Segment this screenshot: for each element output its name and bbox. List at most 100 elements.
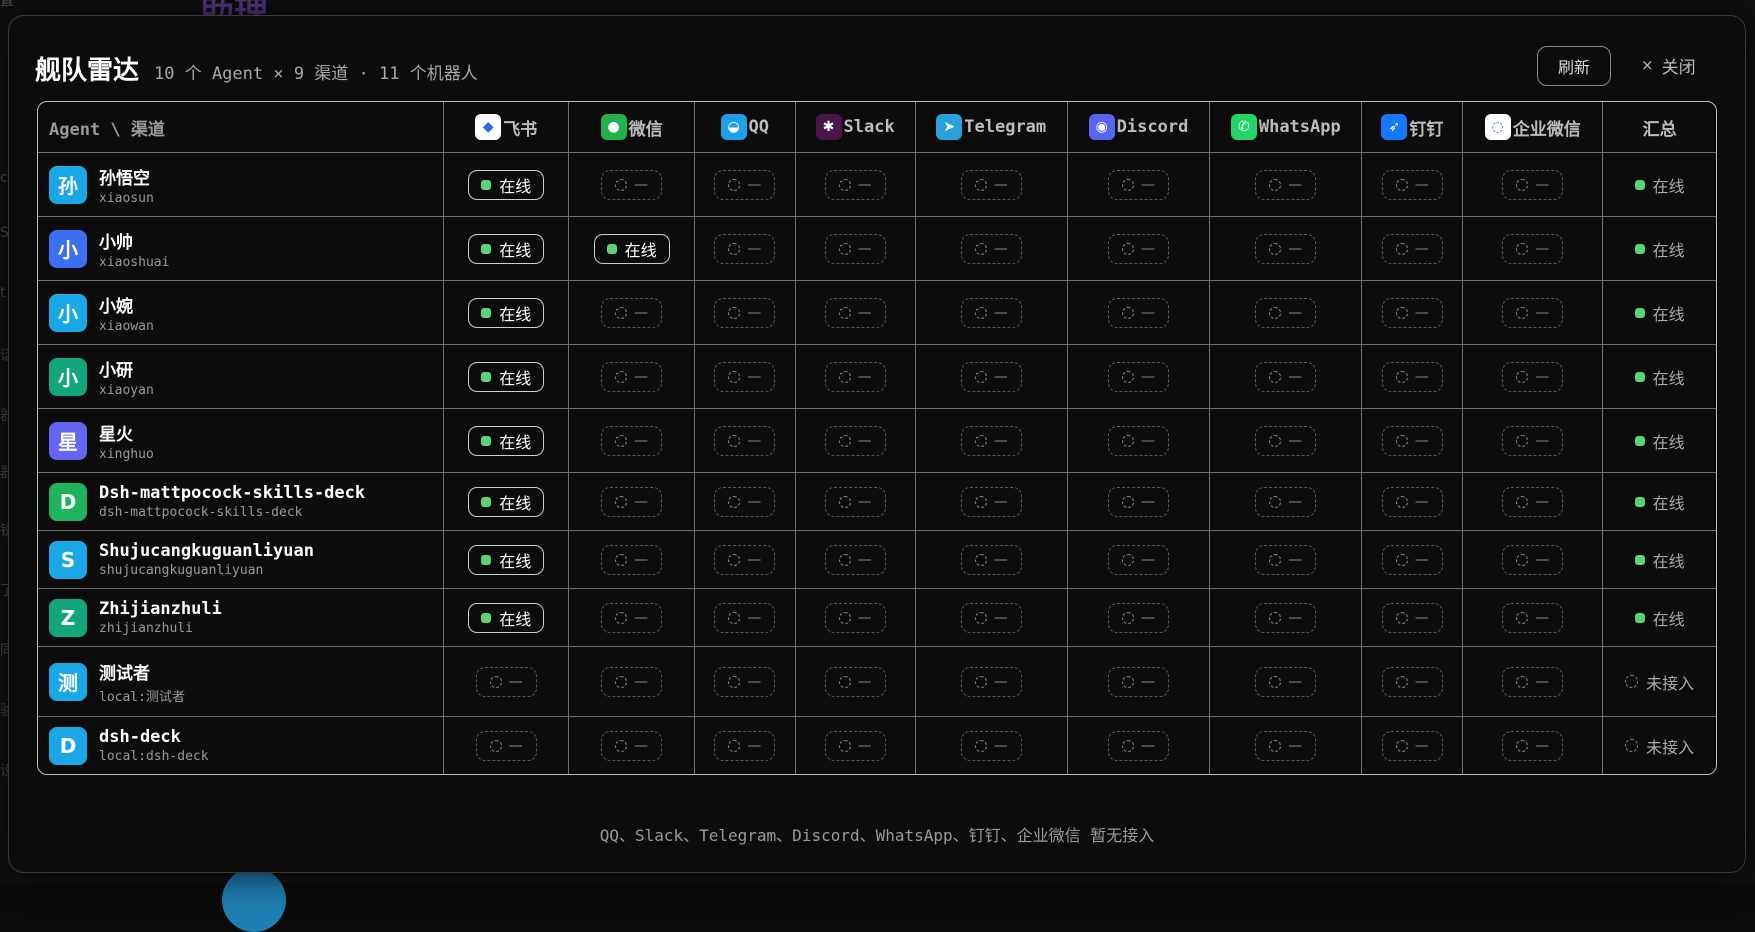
status-offline-badge[interactable]: — (1255, 544, 1317, 575)
status-offline-badge[interactable]: — (960, 602, 1022, 633)
status-offline-badge[interactable]: — (714, 297, 776, 328)
status-offline-badge[interactable]: — (601, 666, 663, 697)
status-offline-badge[interactable]: — (714, 233, 776, 264)
status-offline-badge[interactable]: — (1255, 666, 1317, 697)
status-online-badge[interactable]: 在线 (468, 425, 545, 456)
status-offline-badge[interactable]: — (714, 361, 776, 392)
status-offline-badge[interactable]: — (1381, 425, 1443, 456)
status-offline-badge[interactable]: — (1255, 730, 1317, 761)
status-offline-badge[interactable]: — (824, 297, 886, 328)
status-offline-badge[interactable]: — (824, 544, 886, 575)
status-offline-badge[interactable]: — (1108, 233, 1169, 264)
status-offline-badge[interactable]: — (601, 361, 663, 392)
status-offline-badge[interactable]: — (1381, 486, 1443, 517)
status-offline-badge[interactable]: — (1108, 169, 1169, 200)
status-offline-badge[interactable]: — (1381, 602, 1443, 633)
loading-spinner-icon (615, 370, 628, 383)
status-offline-badge[interactable]: — (824, 233, 886, 264)
status-offline-badge[interactable]: — (601, 169, 663, 200)
status-offline-badge[interactable]: — (601, 425, 663, 456)
status-offline-badge[interactable]: — (1502, 425, 1564, 456)
status-offline-badge[interactable]: — (824, 602, 886, 633)
status-online-badge[interactable]: 在线 (468, 602, 545, 633)
status-offline-badge[interactable]: — (1502, 297, 1564, 328)
status-offline-badge[interactable]: — (475, 730, 537, 761)
status-offline-badge[interactable]: — (1255, 425, 1317, 456)
status-offline-badge[interactable]: — (960, 361, 1022, 392)
status-offline-badge[interactable]: — (601, 544, 663, 575)
status-offline-badge[interactable]: — (1108, 730, 1169, 761)
status-online-badge[interactable]: 在线 (468, 544, 545, 575)
status-offline-badge[interactable]: — (960, 730, 1022, 761)
status-offline-badge[interactable]: — (1108, 361, 1169, 392)
status-offline-badge[interactable]: — (1502, 169, 1564, 200)
status-offline-badge[interactable]: — (1502, 233, 1564, 264)
status-label: — (993, 609, 1008, 626)
status-offline-badge[interactable]: — (601, 730, 663, 761)
status-offline-badge[interactable]: — (714, 169, 776, 200)
status-offline-badge[interactable]: — (714, 425, 776, 456)
status-offline-badge[interactable]: — (1502, 361, 1564, 392)
corner-header: Agent \ 渠道 (38, 102, 444, 153)
status-offline-badge[interactable]: — (1255, 361, 1317, 392)
status-online-badge[interactable]: 在线 (468, 361, 545, 392)
status-offline-badge[interactable]: — (1108, 666, 1169, 697)
status-offline-badge[interactable]: — (475, 666, 537, 697)
status-offline-badge[interactable]: — (1381, 169, 1443, 200)
status-offline-badge[interactable]: — (714, 730, 776, 761)
status-offline-badge[interactable]: — (1255, 169, 1317, 200)
status-offline-badge[interactable]: — (1502, 666, 1564, 697)
status-offline-badge[interactable]: — (1255, 602, 1317, 633)
status-offline-badge[interactable]: — (1381, 233, 1443, 264)
status-online-badge[interactable]: 在线 (593, 233, 670, 264)
status-label: — (1141, 432, 1155, 449)
status-offline-badge[interactable]: — (1108, 425, 1169, 456)
status-offline-badge[interactable]: — (960, 425, 1022, 456)
status-offline-badge[interactable]: — (1255, 233, 1317, 264)
status-offline-badge[interactable]: — (601, 297, 663, 328)
status-offline-badge[interactable]: — (714, 602, 776, 633)
status-offline-badge[interactable]: — (1502, 486, 1564, 517)
status-offline-badge[interactable]: — (601, 602, 663, 633)
status-offline-badge[interactable]: — (1108, 544, 1169, 575)
status-cell: — (794, 471, 916, 532)
status-label: — (1288, 368, 1303, 385)
status-offline-badge[interactable]: — (1108, 602, 1169, 633)
status-offline-badge[interactable]: — (714, 486, 776, 517)
status-offline-badge[interactable]: — (960, 169, 1022, 200)
status-offline-badge[interactable]: — (714, 666, 776, 697)
status-offline-badge[interactable]: — (1108, 297, 1169, 328)
status-offline-badge[interactable]: — (824, 486, 886, 517)
status-offline-badge[interactable]: — (824, 666, 886, 697)
status-offline-badge[interactable]: — (1381, 544, 1443, 575)
status-online-badge[interactable]: 在线 (468, 233, 545, 264)
status-offline-badge[interactable]: — (960, 297, 1022, 328)
status-offline-badge[interactable]: — (824, 425, 886, 456)
status-offline-badge[interactable]: — (714, 544, 776, 575)
status-offline-badge[interactable]: — (1381, 361, 1443, 392)
status-offline-badge[interactable]: — (601, 486, 663, 517)
status-offline-badge[interactable]: — (960, 666, 1022, 697)
status-offline-badge[interactable]: — (1502, 544, 1564, 575)
status-offline-badge[interactable]: — (960, 233, 1022, 264)
status-offline-badge[interactable]: — (1255, 297, 1317, 328)
status-online-badge[interactable]: 在线 (468, 169, 545, 200)
status-offline-badge[interactable]: — (1502, 602, 1564, 633)
status-cell: — (1462, 408, 1604, 473)
status-offline-badge[interactable]: — (1255, 486, 1317, 517)
status-offline-badge[interactable]: — (824, 730, 886, 761)
status-offline-badge[interactable]: — (1381, 297, 1443, 328)
status-offline-badge[interactable]: — (1502, 730, 1564, 761)
status-offline-badge[interactable]: — (1108, 486, 1169, 517)
loading-spinner-icon (974, 242, 987, 255)
status-offline-badge[interactable]: — (824, 169, 886, 200)
refresh-button[interactable]: 刷新 (1537, 46, 1611, 86)
status-offline-badge[interactable]: — (824, 361, 886, 392)
status-online-badge[interactable]: 在线 (468, 486, 545, 517)
status-offline-badge[interactable]: — (1381, 666, 1443, 697)
status-offline-badge[interactable]: — (1381, 730, 1443, 761)
status-offline-badge[interactable]: — (960, 544, 1022, 575)
status-offline-badge[interactable]: — (960, 486, 1022, 517)
status-online-badge[interactable]: 在线 (468, 297, 545, 328)
close-button[interactable]: × 关闭 (1641, 46, 1696, 84)
